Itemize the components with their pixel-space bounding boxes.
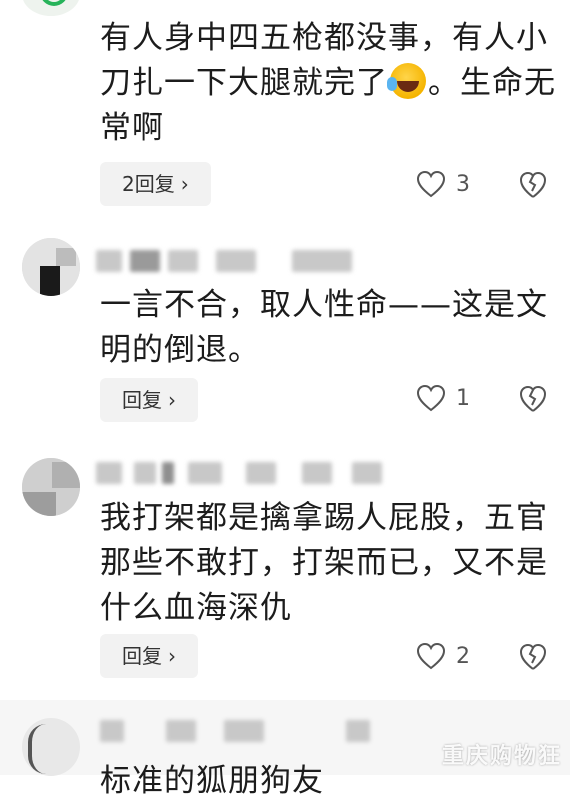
chevron-right-icon: › [168,388,176,412]
like-button[interactable]: 3 [416,166,470,202]
heart-outline-icon [416,642,446,670]
comment-text: 我打架都是擒拿踢人屁股，五官那些不敢打，打架而已，又不是什么血海深仇 [100,500,548,626]
like-button[interactable]: 2 [416,638,470,674]
heart-outline-icon [416,384,446,412]
comment-text: 有人身中四五枪都没事，有人小刀扎一下大腿就完了 。生命无常啊 [100,20,556,146]
avatar[interactable] [22,458,80,516]
reply-button[interactable]: 回复 › [100,634,198,678]
comment-text: 一言不合，取人性命——这是文明的倒退。 [100,287,548,368]
comment-text: 标准的狐朋狗友 [100,763,324,799]
avatar[interactable] [22,0,80,16]
broken-heart-icon[interactable] [518,170,548,200]
reply-button[interactable]: 回复 › [100,378,198,422]
like-button[interactable]: 1 [416,380,470,416]
laughing-crying-emoji-icon [387,63,426,99]
broken-heart-icon[interactable] [518,384,548,414]
reply-button[interactable]: 2回复 › [100,162,211,206]
like-count: 2 [456,643,470,669]
heart-outline-icon [416,170,446,198]
avatar[interactable] [22,718,80,776]
like-count: 3 [456,171,470,197]
broken-heart-icon[interactable] [518,642,548,672]
avatar[interactable] [22,238,80,296]
chevron-right-icon: › [168,644,176,668]
watermark: 重庆购物狂 [441,744,562,769]
like-count: 1 [456,385,470,411]
chevron-right-icon: › [180,172,189,196]
